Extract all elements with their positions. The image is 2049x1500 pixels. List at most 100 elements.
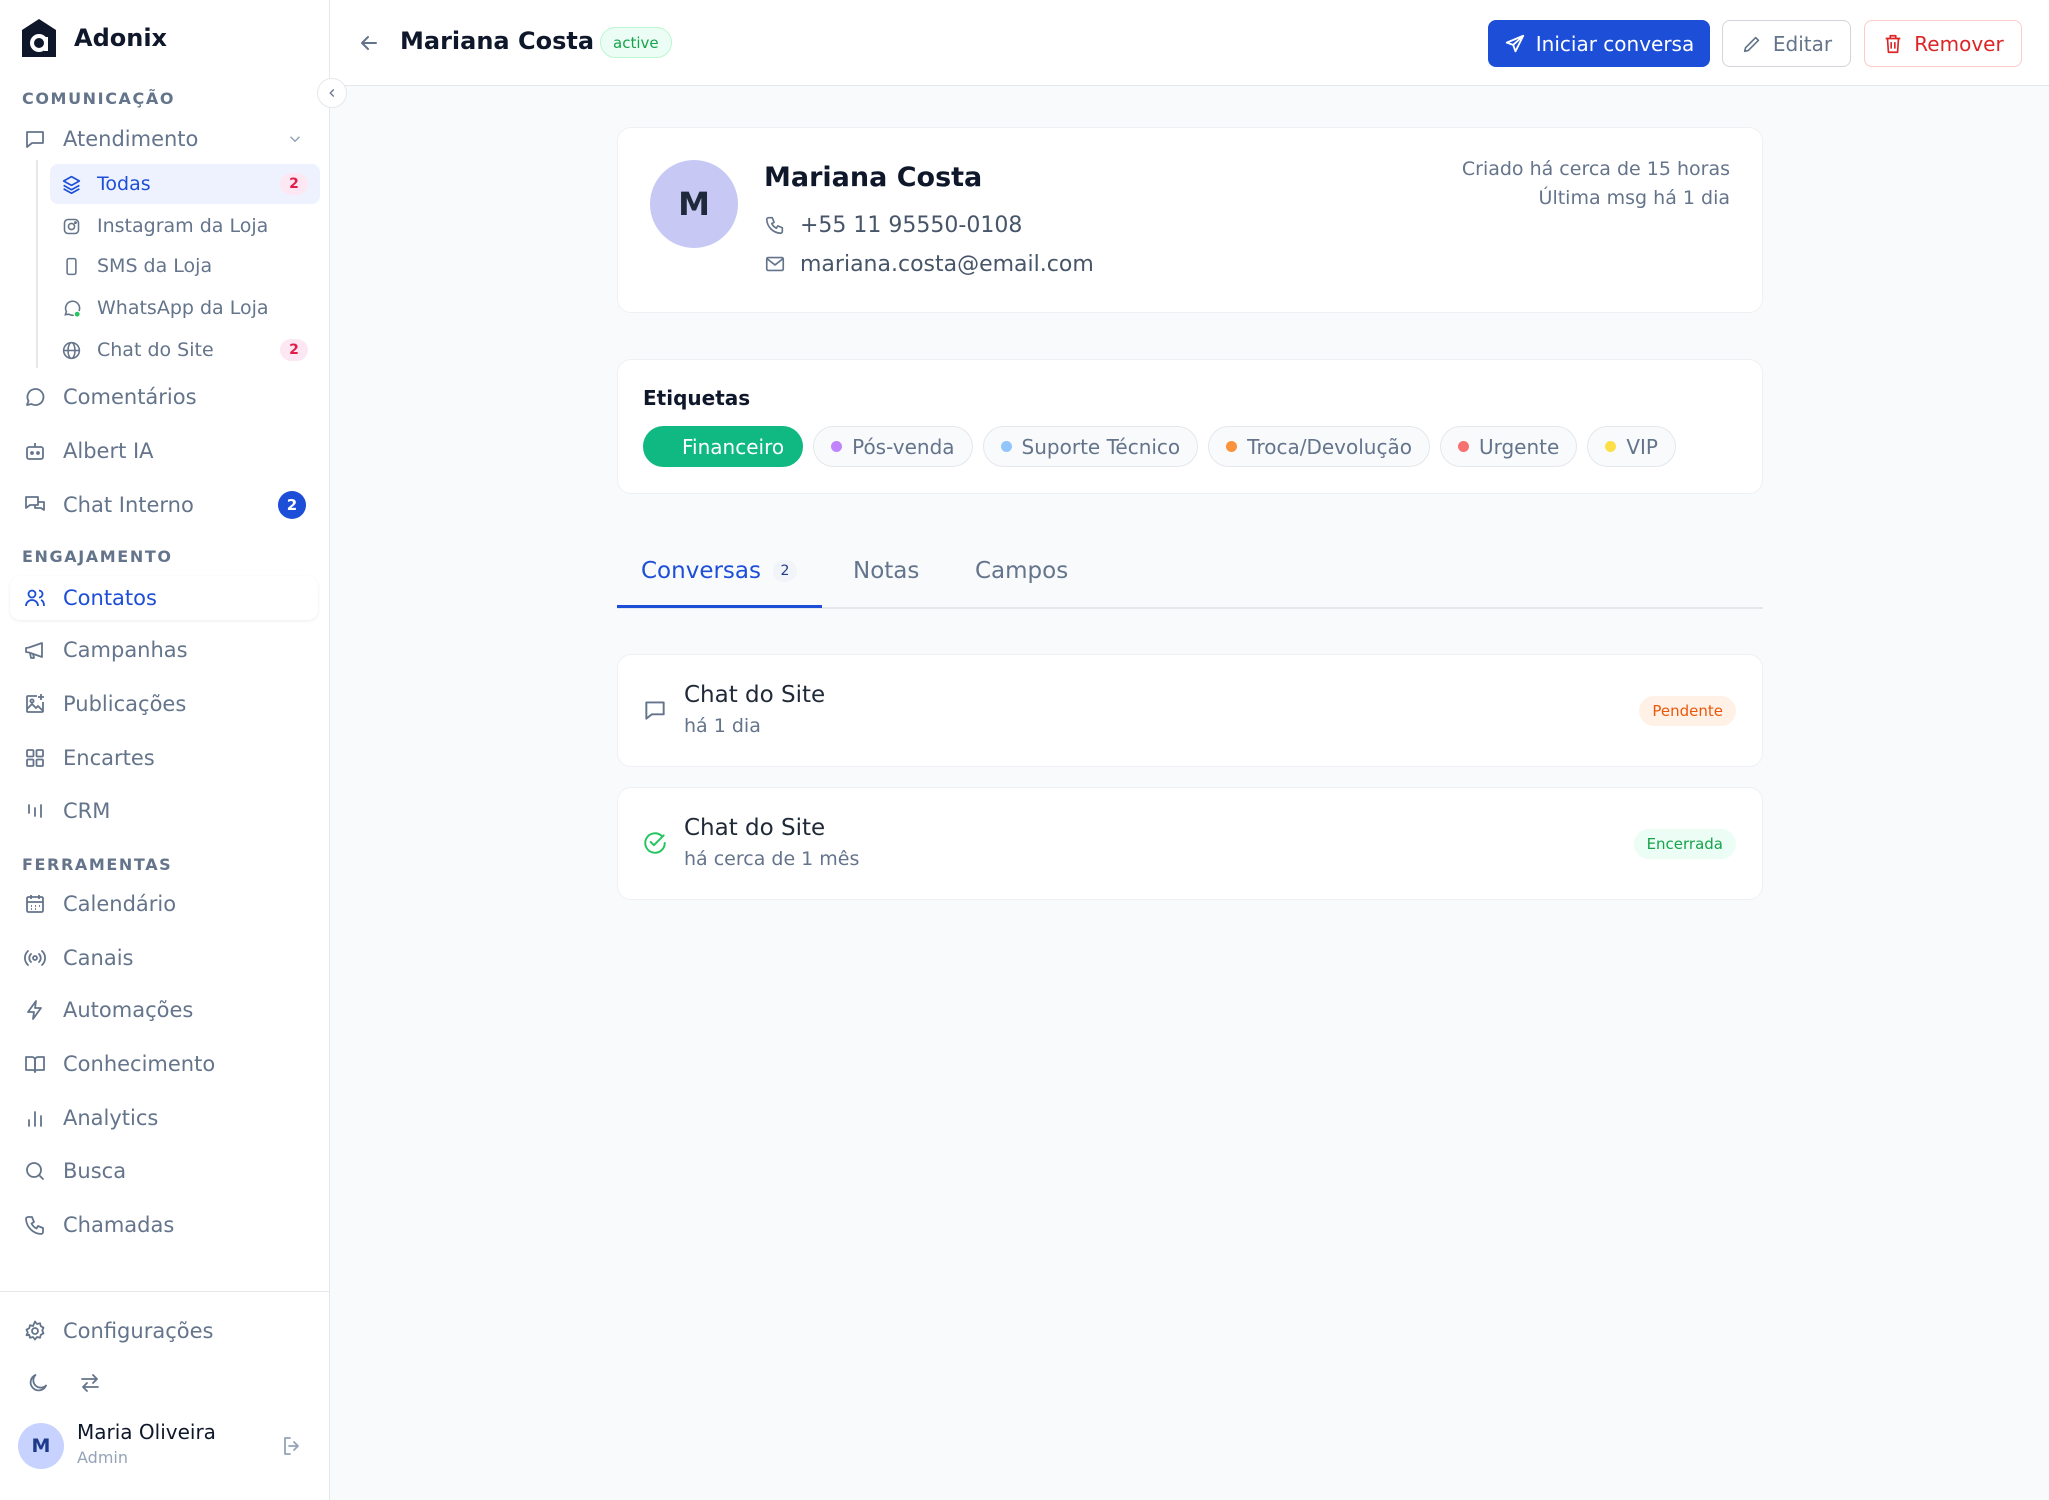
sidebar-subitem-label: Todas bbox=[97, 173, 151, 195]
sidebar-item-analytics[interactable]: Analytics bbox=[10, 1096, 318, 1140]
theme-toggle-moon-icon[interactable] bbox=[23, 1368, 53, 1398]
tab-count-badge: 2 bbox=[773, 560, 797, 582]
edit-button[interactable]: Editar bbox=[1722, 20, 1851, 67]
brand-name: Adonix bbox=[74, 24, 168, 52]
sidebar-subitem-chat-site[interactable]: Chat do Site 2 bbox=[50, 330, 320, 370]
tag-urgente[interactable]: Urgente bbox=[1439, 426, 1578, 467]
calendar-icon bbox=[22, 891, 48, 917]
instagram-icon bbox=[60, 215, 82, 237]
switch-arrows-icon[interactable] bbox=[75, 1368, 105, 1398]
contact-phone[interactable]: +55 11 95550-0108 bbox=[764, 210, 1022, 240]
messages-icon bbox=[22, 492, 48, 518]
sidebar-item-crm[interactable]: CRM bbox=[10, 789, 318, 833]
sidebar-item-contatos[interactable]: Contatos bbox=[10, 576, 318, 620]
avatar[interactable]: M bbox=[18, 1423, 64, 1469]
sidebar-item-label: Contatos bbox=[63, 586, 157, 610]
user-name: Maria Oliveira bbox=[77, 1420, 216, 1444]
sidebar-item-label: CRM bbox=[63, 799, 111, 823]
contact-last-message: Última msg há 1 dia bbox=[1538, 187, 1730, 209]
status-badge: active bbox=[600, 27, 672, 58]
sidebar-item-label: Encartes bbox=[63, 746, 155, 770]
tag-label: Troca/Devolução bbox=[1247, 434, 1412, 459]
back-arrow-icon[interactable] bbox=[354, 28, 384, 58]
message-square-icon bbox=[645, 701, 665, 720]
sidebar-item-label: Atendimento bbox=[63, 127, 199, 151]
pencil-icon bbox=[1743, 36, 1760, 52]
conversation-item[interactable]: Chat do Site há 1 dia Pendente bbox=[617, 654, 1763, 767]
tag-suporte-tecnico[interactable]: Suporte Técnico bbox=[982, 426, 1199, 467]
sidebar-item-automacoes[interactable]: Automações bbox=[10, 988, 318, 1032]
sidebar-item-canais[interactable]: Canais bbox=[10, 936, 318, 980]
tags-title: Etiquetas bbox=[643, 386, 751, 410]
message-circle-icon bbox=[22, 384, 48, 410]
sidebar-item-conhecimento[interactable]: Conhecimento bbox=[10, 1042, 318, 1086]
sidebar-item-comentarios[interactable]: Comentários bbox=[10, 375, 318, 419]
sidebar-item-label: Chamadas bbox=[63, 1213, 175, 1237]
globe-icon bbox=[60, 339, 82, 361]
tag-vip[interactable]: VIP bbox=[1587, 426, 1676, 467]
trash-icon bbox=[1885, 34, 1901, 53]
conversation-time: há 1 dia bbox=[684, 715, 761, 737]
tag-color-dot bbox=[1000, 441, 1012, 452]
sidebar-subitem-sms[interactable]: SMS da Loja bbox=[50, 246, 320, 286]
tag-financeiro[interactable]: Financeiro bbox=[643, 426, 804, 467]
tag-color-dot bbox=[1605, 441, 1617, 452]
collapse-sidebar-button[interactable] bbox=[317, 78, 347, 108]
sidebar-item-campanhas[interactable]: Campanhas bbox=[10, 628, 318, 672]
tab-notas[interactable]: Notas bbox=[853, 558, 919, 584]
tag-label: VIP bbox=[1626, 434, 1658, 459]
gear-icon bbox=[22, 1318, 48, 1344]
status-badge-encerrada: Encerrada bbox=[1633, 829, 1736, 859]
sidebar-item-label: Busca bbox=[63, 1159, 127, 1183]
tab-campos[interactable]: Campos bbox=[975, 558, 1068, 584]
megaphone-icon bbox=[22, 637, 48, 663]
tab-conversas[interactable]: Conversas 2 bbox=[641, 558, 797, 584]
book-open-icon bbox=[22, 1051, 48, 1077]
bar-chart-icon bbox=[22, 1105, 48, 1131]
radio-icon bbox=[22, 945, 48, 971]
phone-icon bbox=[22, 1212, 48, 1238]
sidebar-item-atendimento[interactable]: Atendimento bbox=[10, 117, 318, 161]
tag-color-dot bbox=[831, 441, 843, 452]
count-badge: 2 bbox=[278, 491, 306, 519]
sidebar-subitem-whatsapp[interactable]: WhatsApp da Loja bbox=[50, 288, 320, 328]
page-header: Mariana Costa active Iniciar conversa Ed… bbox=[330, 0, 2049, 86]
layers-icon bbox=[60, 173, 82, 195]
sidebar-item-calendario[interactable]: Calendário bbox=[10, 882, 318, 926]
contact-created: Criado há cerca de 15 horas bbox=[1461, 158, 1730, 180]
tag-troca-devolucao[interactable]: Troca/Devolução bbox=[1208, 426, 1430, 467]
section-label-comunicacao: COMUNICAÇÃO bbox=[22, 89, 176, 108]
sidebar-item-configuracoes[interactable]: Configurações bbox=[10, 1309, 318, 1353]
edit-label: Editar bbox=[1772, 31, 1833, 56]
sidebar-item-label: Configurações bbox=[63, 1319, 214, 1343]
active-tab-indicator bbox=[617, 605, 822, 608]
tab-label: Notas bbox=[853, 558, 920, 584]
tag-label: Suporte Técnico bbox=[1021, 434, 1181, 459]
contact-email[interactable]: mariana.costa@email.com bbox=[764, 249, 1094, 279]
sidebar-item-publicacoes[interactable]: Publicações bbox=[10, 682, 318, 726]
search-icon bbox=[22, 1158, 48, 1184]
tab-label: Campos bbox=[975, 558, 1069, 584]
sidebar-item-busca[interactable]: Busca bbox=[10, 1149, 318, 1193]
sidebar-item-chamadas[interactable]: Chamadas bbox=[10, 1203, 318, 1247]
start-conversation-button[interactable]: Iniciar conversa bbox=[1488, 20, 1710, 67]
tag-pos-venda[interactable]: Pós-venda bbox=[813, 426, 973, 467]
sidebar-subitem-instagram[interactable]: Instagram da Loja bbox=[50, 206, 320, 246]
sidebar: Adonix COMUNICAÇÃO Atendimento Todas 2 I… bbox=[0, 0, 330, 1500]
submenu-guide-line bbox=[36, 160, 38, 368]
sidebar-subitem-todas[interactable]: Todas 2 bbox=[50, 164, 320, 204]
chevron-down-icon bbox=[289, 136, 301, 143]
logout-icon[interactable] bbox=[277, 1431, 307, 1461]
start-conversation-label: Iniciar conversa bbox=[1535, 31, 1695, 56]
sidebar-item-label: Publicações bbox=[63, 692, 187, 716]
users-icon bbox=[22, 585, 48, 611]
sidebar-item-albert-ia[interactable]: Albert IA bbox=[10, 429, 318, 473]
remove-label: Remover bbox=[1914, 31, 2004, 56]
brand[interactable]: Adonix bbox=[20, 18, 167, 58]
remove-button[interactable]: Remover bbox=[1864, 20, 2022, 67]
sidebar-item-label: Automações bbox=[63, 998, 194, 1022]
sidebar-subitem-label: Instagram da Loja bbox=[97, 215, 269, 237]
sidebar-item-encartes[interactable]: Encartes bbox=[10, 736, 318, 780]
conversation-item[interactable]: Chat do Site há cerca de 1 mês Encerrada bbox=[617, 787, 1763, 900]
sidebar-item-chat-interno[interactable]: Chat Interno 2 bbox=[10, 483, 318, 527]
